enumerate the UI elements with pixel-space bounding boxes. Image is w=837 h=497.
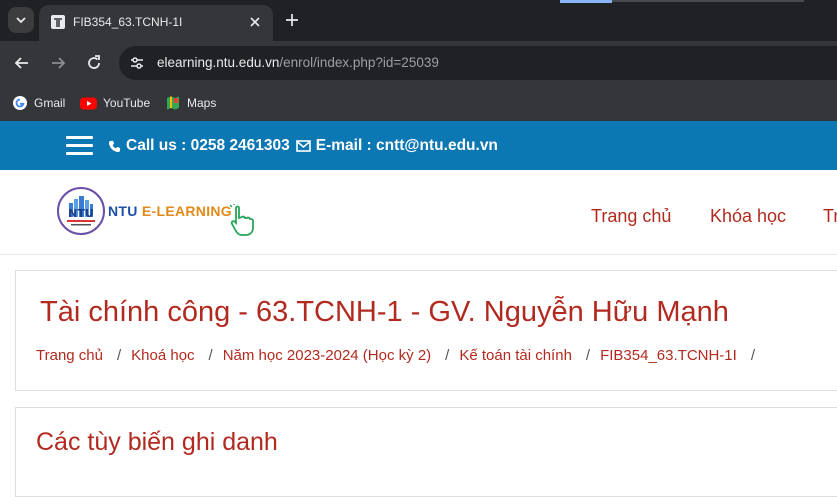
tab-title: FIB354_63.TCNH-1I — [73, 15, 183, 29]
new-tab-icon[interactable] — [284, 12, 300, 28]
gmail-icon — [13, 96, 27, 110]
breadcrumb-item-year[interactable]: Năm học 2023-2024 (Học kỳ 2) — [223, 347, 431, 364]
nav-item-courses[interactable]: Khóa học — [710, 206, 786, 227]
site-contact-bar: Call us : 0258 2461303 E-mail : cntt@ntu… — [0, 121, 837, 170]
logo-icon: NTU — [67, 196, 95, 226]
browser-tab-strip: FIB354_63.TCNH-1I — [0, 0, 837, 41]
bookmark-maps[interactable]: Maps — [165, 94, 216, 112]
page-header-card: Tài chính công - 63.TCNH-1 - GV. Nguyễn … — [15, 270, 837, 391]
youtube-icon — [80, 97, 97, 109]
breadcrumb-item-category[interactable]: Kế toán tài chính — [459, 347, 572, 364]
breadcrumb: Trang chủ / Khoá học / Năm học 2023-2024… — [36, 347, 765, 364]
browser-toolbar: elearning.ntu.edu.vn/enrol/index.php?id=… — [0, 41, 837, 85]
section-title: Các tùy biến ghi danh — [36, 428, 278, 456]
chevron-down-icon — [16, 17, 26, 24]
ntu-logo-emblem[interactable]: NTU — [57, 187, 105, 235]
page-title: Tài chính công - 63.TCNH-1 - GV. Nguyễn … — [40, 296, 729, 328]
nav-item-home[interactable]: Trang chủ — [591, 206, 671, 227]
logo-wordmark[interactable]: NTU E-LEARNING — [108, 203, 232, 219]
bookmark-youtube[interactable]: YouTube — [80, 94, 150, 112]
menu-toggle-button[interactable] — [66, 136, 93, 156]
address-bar[interactable]: elearning.ntu.edu.vn/enrol/index.php?id=… — [119, 46, 837, 80]
call-us-text: Call us : 0258 2461303 — [126, 137, 290, 154]
back-arrow-icon[interactable] — [12, 53, 32, 73]
bookmarks-bar: Gmail YouTube Maps — [0, 85, 837, 121]
nav-item-truncated[interactable]: Tr — [823, 206, 837, 227]
breadcrumb-item-course[interactable]: FIB354_63.TCNH-1I — [600, 347, 737, 364]
forward-arrow-icon[interactable] — [48, 53, 68, 73]
breadcrumb-item-home[interactable]: Trang chủ — [36, 347, 103, 364]
breadcrumb-separator: / — [116, 347, 122, 364]
url-text: elearning.ntu.edu.vn/enrol/index.php?id=… — [157, 55, 439, 70]
tab-strip-divider — [612, 0, 804, 2]
breadcrumb-separator: / — [585, 347, 591, 364]
phone-icon — [108, 140, 121, 152]
maps-icon — [167, 96, 179, 110]
bookmark-gmail[interactable]: Gmail — [12, 94, 65, 112]
breadcrumb-item-courses[interactable]: Khoá học — [131, 347, 194, 364]
breadcrumb-separator: / — [750, 347, 755, 364]
breadcrumb-separator: / — [208, 347, 213, 364]
envelope-icon — [295, 140, 311, 152]
pointing-hand-icon — [229, 204, 254, 236]
email-text: E-mail : cntt@ntu.edu.vn — [315, 137, 498, 154]
close-icon[interactable] — [247, 14, 263, 30]
breadcrumb-separator: / — [445, 347, 450, 364]
contact-info: Call us : 0258 2461303 E-mail : cntt@ntu… — [108, 137, 498, 155]
site-header: NTU NTU E-LEARNING Trang chủ Khóa học Tr — [0, 170, 837, 255]
tab-search-button[interactable] — [8, 7, 34, 33]
site-info-icon[interactable] — [128, 54, 146, 72]
tab-strip-accent — [560, 0, 612, 3]
svg-text:NTU: NTU — [68, 207, 94, 220]
active-tab[interactable]: FIB354_63.TCNH-1I — [39, 5, 273, 41]
reload-icon[interactable] — [84, 53, 104, 73]
site-favicon-icon — [51, 15, 65, 29]
